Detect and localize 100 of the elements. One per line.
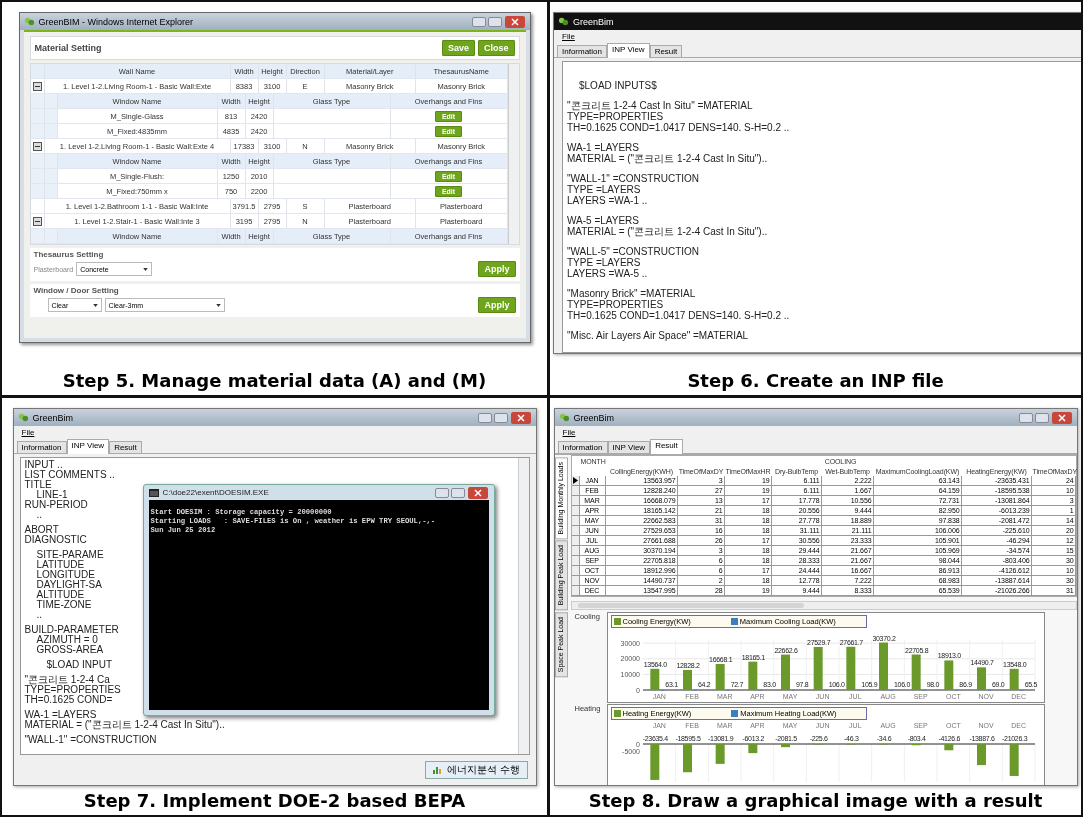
code-line: TIME-ZONE — [35, 600, 92, 610]
console-icon — [148, 488, 159, 497]
code-line: ABORT — [24, 525, 59, 535]
row-header-cell[interactable] — [571, 496, 580, 506]
code-line: "Misc. Air Layers Air Space" =MATERIAL — [567, 330, 749, 341]
code-line: WA-5 =LAYERS — [567, 215, 639, 226]
chart-icon — [432, 765, 444, 775]
app-icon — [558, 412, 570, 423]
tab[interactable]: Information — [557, 45, 608, 57]
caret-icon — [92, 303, 98, 307]
maximize-button[interactable] — [487, 16, 502, 27]
code-line: MATERIAL = ("콘크리트 1-2-4 Cast In Situ").. — [567, 226, 768, 237]
close-button[interactable] — [509, 411, 532, 424]
code-line: DIAGNOSTIC — [24, 535, 87, 545]
minimize-button[interactable] — [477, 412, 492, 423]
code-line: TITLE — [24, 480, 52, 490]
maximize-button[interactable] — [450, 487, 465, 498]
code-line: TYPE=PROPERTIES — [567, 299, 664, 310]
close-button[interactable] — [1050, 411, 1073, 424]
code-line: $LOAD INPUTS$ — [578, 80, 657, 91]
app-icon — [558, 16, 569, 27]
code-line: TH=0.1625 COND=1.0417 DENS=140. S-H=0.2 .. — [567, 122, 790, 133]
row-header-cell[interactable] — [571, 486, 580, 496]
code-line: LAYERS =WA-1 .. — [567, 195, 648, 206]
figure-caption: Step 6. Create an INP file — [687, 369, 944, 393]
menu-item[interactable]: File — [562, 32, 575, 41]
minimize-button[interactable] — [471, 16, 486, 27]
section-title: Window / Door Setting — [33, 286, 120, 295]
bar — [715, 744, 725, 764]
code-line: LINE-1 — [35, 490, 68, 500]
code-line: LONGITUDE — [35, 570, 95, 580]
window-title: GreenBim — [573, 412, 614, 423]
menu-item[interactable]: File — [562, 428, 576, 437]
code-line: WA-1 =LAYERS — [24, 710, 97, 720]
row-header-cell[interactable] — [571, 516, 580, 526]
code-line: INPUT .. — [24, 460, 63, 470]
bar — [682, 744, 692, 773]
row-pointer-icon — [572, 477, 578, 484]
scrollbar[interactable] — [570, 601, 1077, 610]
code-line: TYPE =LAYERS — [567, 257, 641, 268]
figure-caption: Step 8. Draw a graphical image with a result — [588, 789, 1043, 813]
code-line: MATERIAL = ("콘크리트 1-2-4 Cast In Situ").. — [567, 153, 768, 164]
tab[interactable]: Result — [650, 439, 683, 454]
bar — [943, 744, 953, 751]
menu-item[interactable]: File — [21, 428, 35, 437]
maximize-button[interactable] — [493, 412, 508, 423]
scrollbar[interactable] — [517, 458, 529, 754]
tab[interactable]: INP View — [607, 441, 651, 453]
tab[interactable]: INP View — [607, 43, 650, 58]
code-line: TYPE=PROPERTIES — [24, 685, 121, 695]
tab[interactable]: Information — [16, 441, 67, 453]
code-line: GROSS-AREA — [35, 645, 104, 655]
code-line: MATERIAL = ("콘크리트 1-2-4 Cast In Situ").. — [24, 720, 225, 730]
code-line: BUILD-PARAMETER — [24, 625, 119, 635]
row-header-cell[interactable] — [571, 576, 580, 586]
row-header-cell[interactable] — [571, 506, 580, 516]
bar — [747, 744, 757, 754]
tab[interactable]: Result — [109, 441, 142, 453]
minimize-button[interactable] — [434, 487, 449, 498]
row-header-cell[interactable] — [571, 476, 580, 486]
code-line: TH=0.1625 COND= — [24, 695, 113, 705]
code-line: "Masonry Brick" =MATERIAL — [567, 288, 696, 299]
code-line: DAYLIGHT-SA — [35, 580, 102, 590]
row-header-cell[interactable] — [571, 536, 580, 546]
tab[interactable]: Information — [557, 441, 608, 453]
code-line: .. — [35, 610, 43, 620]
code-line: WA-1 =LAYERS — [567, 142, 639, 153]
code-line: TYPE=PROPERTIES — [567, 111, 664, 122]
tab[interactable]: Result — [649, 45, 683, 57]
row-header-cell[interactable] — [571, 586, 580, 596]
code-line: $LOAD INPUT — [45, 660, 113, 670]
code-line: TH=0.1625 COND=1.0417 DENS=140. S-H=0.2 .. — [567, 310, 790, 321]
caret-icon — [215, 303, 221, 307]
code-line: "콘크리트 1-2-4 Cast In Situ" =MATERIAL — [567, 100, 753, 111]
bar — [976, 744, 986, 766]
scrollbar[interactable] — [507, 64, 519, 244]
code-line: "WALL-1" =CONSTRUCTION — [567, 173, 700, 184]
code-line: "WALL-5" =CONSTRUCTION — [567, 246, 700, 257]
code-line: RUN-PERIOD — [24, 500, 88, 510]
row-header-cell[interactable] — [571, 546, 580, 556]
close-button[interactable] — [466, 486, 489, 499]
window-title: GreenBIM - Windows Internet Explorer — [38, 16, 194, 27]
row-header-cell[interactable] — [571, 556, 580, 566]
code-line: LATITUDE — [35, 560, 85, 570]
app-icon — [17, 412, 29, 423]
window-title: C:\doe22\exent\DOESIM.EXE — [162, 488, 269, 497]
run-button[interactable]: 에너지분석 수행 — [425, 761, 528, 779]
figure-caption: Step 7. Implement DOE-2 based BEPA — [83, 789, 466, 813]
row-header-cell[interactable] — [571, 566, 580, 576]
code-line: "WALL-1" =CONSTRUCTION — [24, 735, 157, 745]
maximize-button[interactable] — [1034, 412, 1049, 423]
code-line: SITE-PARAME — [35, 550, 104, 560]
code-line: LIST COMMENTS .. — [24, 470, 115, 480]
app-icon — [23, 16, 35, 27]
close-button[interactable] — [503, 15, 526, 28]
row-header-cell[interactable] — [571, 526, 580, 536]
minimize-button[interactable] — [1018, 412, 1033, 423]
tab[interactable]: INP View — [66, 439, 110, 454]
code-line: .. — [35, 510, 43, 520]
caret-icon — [143, 267, 149, 271]
